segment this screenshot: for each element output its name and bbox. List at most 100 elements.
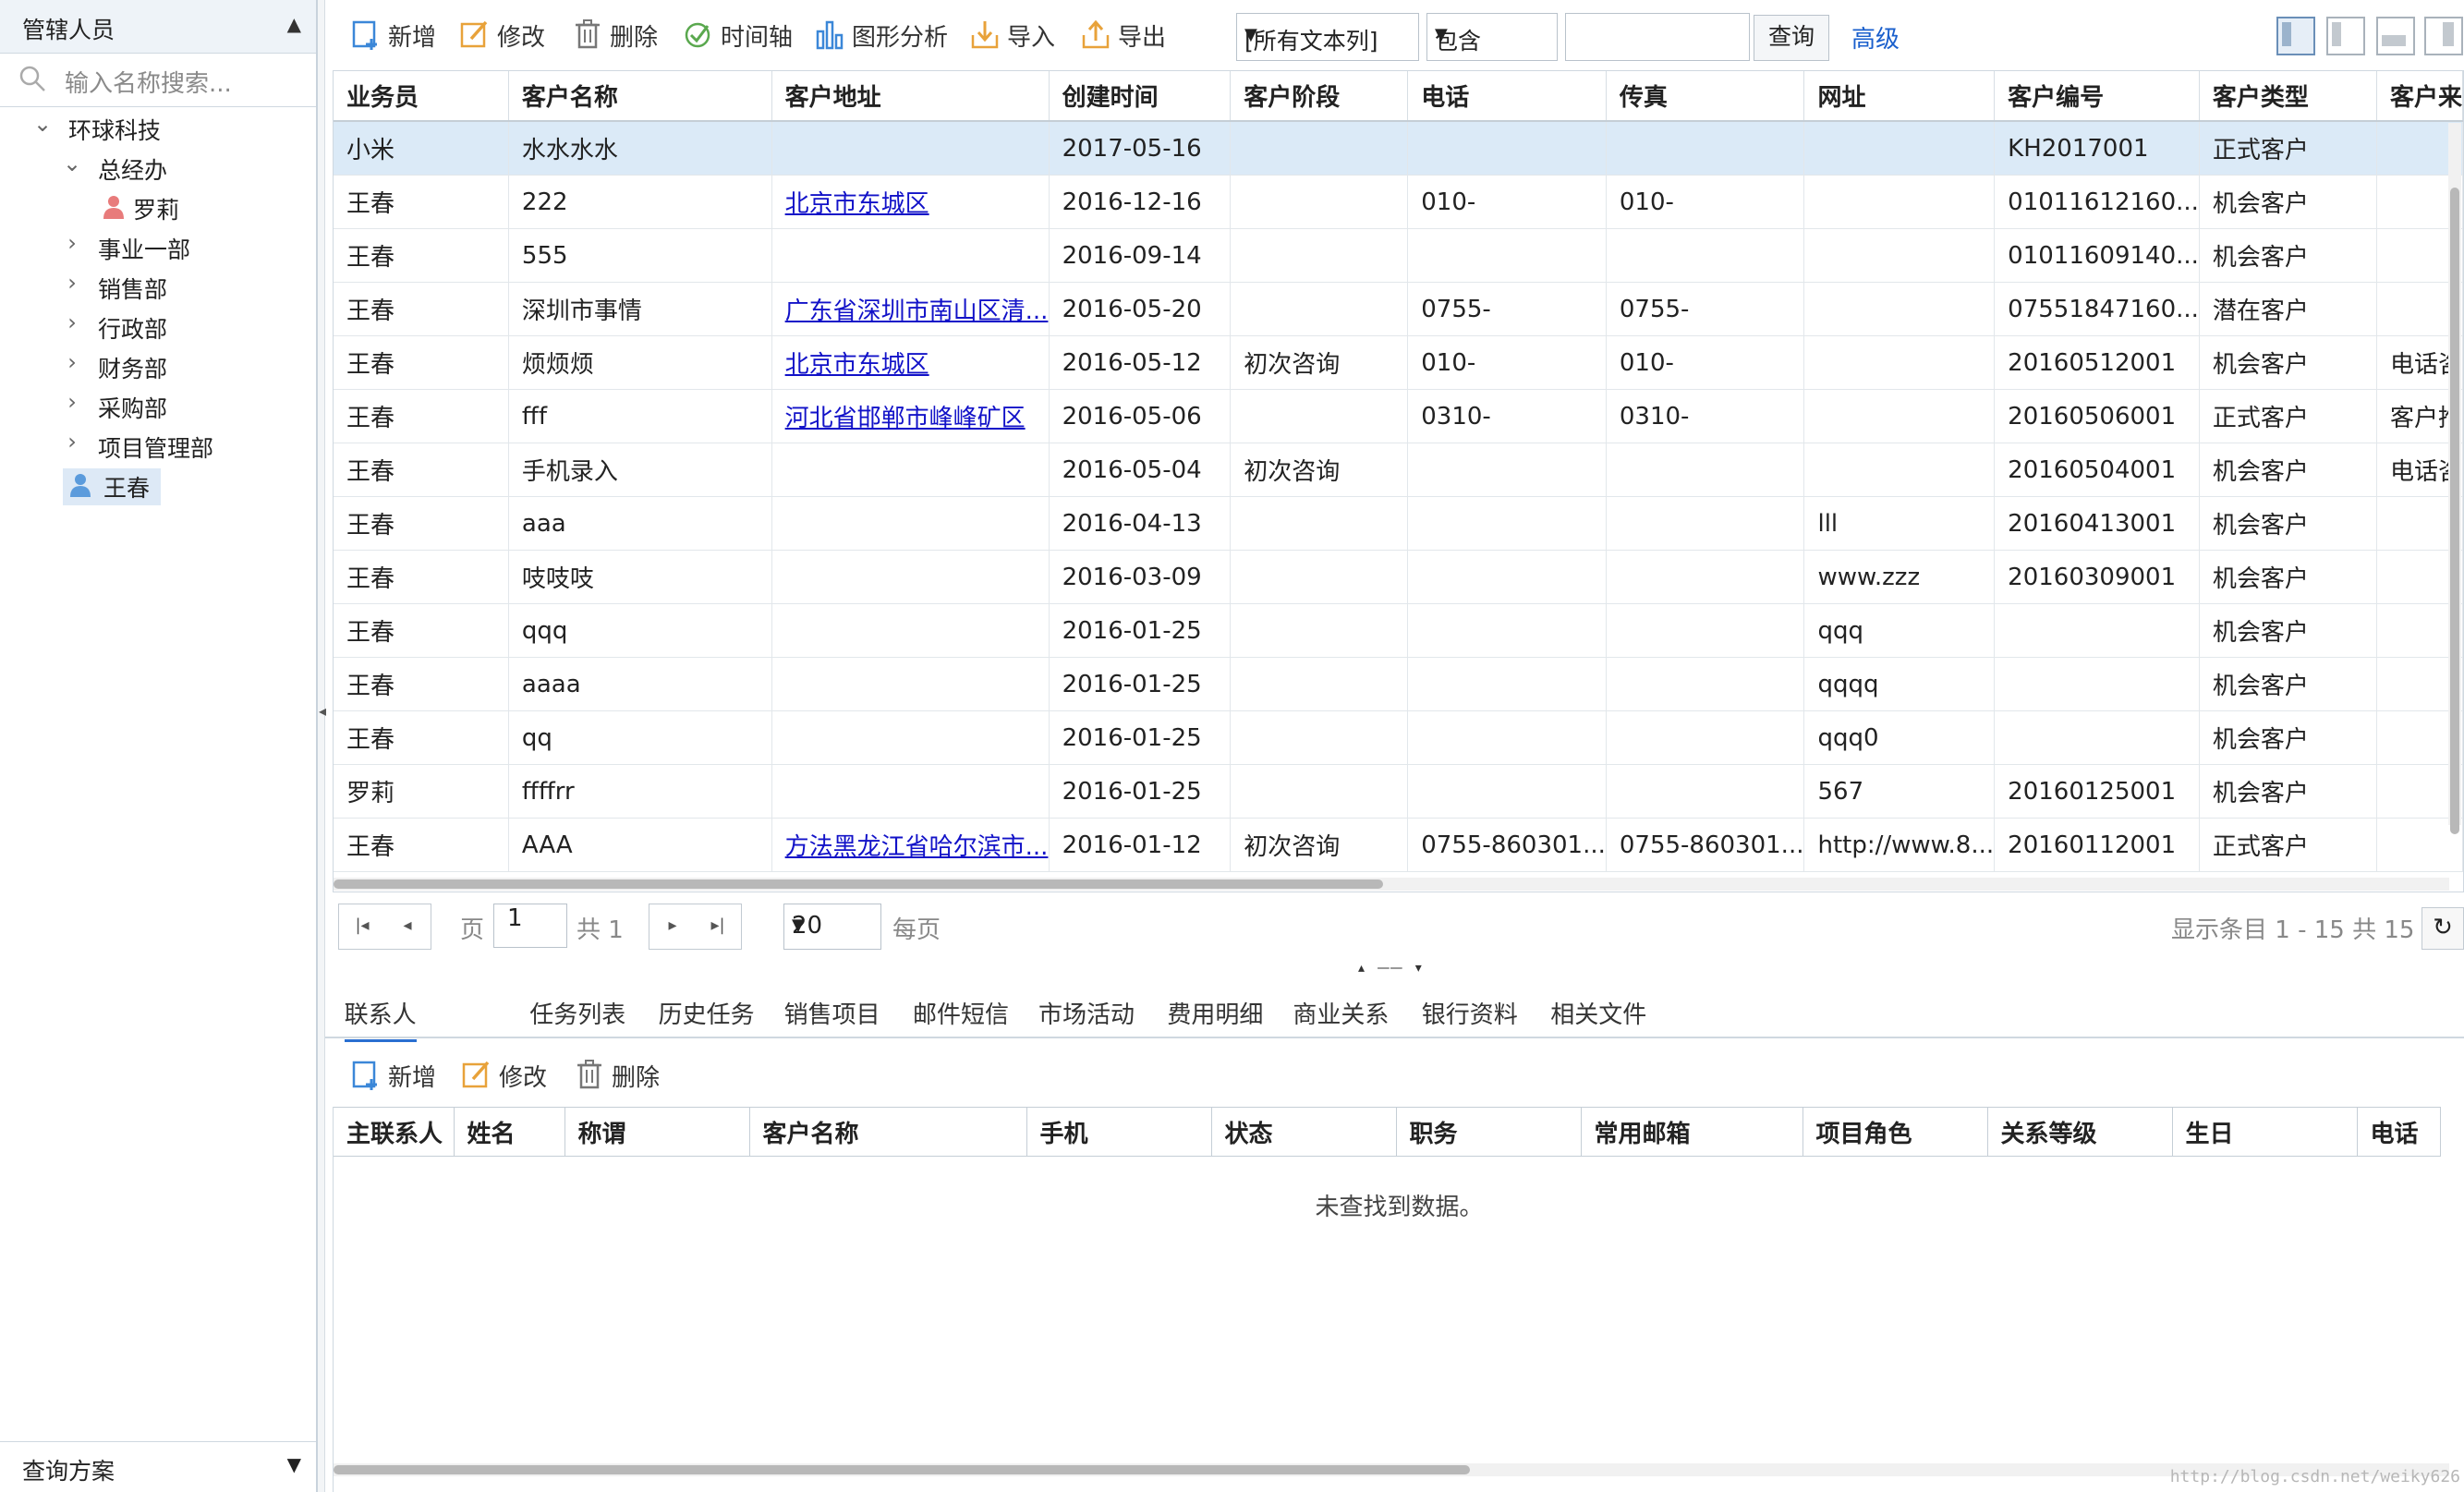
- page-number-input[interactable]: 1: [493, 904, 567, 948]
- column-header[interactable]: 传真: [1606, 71, 1805, 122]
- tab-9[interactable]: 银行资料: [1422, 996, 1518, 1030]
- name-search[interactable]: 输入名称搜索...: [0, 54, 316, 107]
- horizontal-scrollbar[interactable]: [334, 1463, 2449, 1476]
- chevron-right-icon[interactable]: ›: [63, 389, 81, 415]
- layout-right-icon[interactable]: [2424, 17, 2463, 55]
- chevron-down-icon[interactable]: ⌄: [33, 111, 52, 137]
- column-header[interactable]: 客户来: [2376, 71, 2464, 122]
- tree-node[interactable]: › 行政部: [0, 309, 316, 346]
- layout-left-icon[interactable]: [2276, 17, 2315, 55]
- prev-page-button[interactable]: ◂: [384, 904, 431, 950]
- table-row[interactable]: 王春 aaaa 2016-01-25 qqqq 机会客户: [334, 657, 2464, 711]
- tree-node[interactable]: ⌄ 总经办: [0, 151, 316, 188]
- column-header[interactable]: 客户名称: [749, 1107, 1027, 1157]
- column-header[interactable]: 客户类型: [2199, 71, 2377, 122]
- table-row[interactable]: 王春 qq 2016-01-25 qqq0 机会客户: [334, 710, 2464, 765]
- chevron-down-icon[interactable]: ⌄: [63, 151, 81, 176]
- table-row[interactable]: 王春 AAA 方法黑龙江省哈尔滨市... 2016-01-12 初次咨询 0755-860…: [334, 818, 2464, 872]
- column-header[interactable]: 称谓: [564, 1107, 750, 1157]
- tab-5[interactable]: 邮件短信: [913, 996, 1009, 1030]
- tab-8[interactable]: 商业关系: [1293, 996, 1389, 1030]
- table-row[interactable]: 王春 深圳市事情 广东省深圳市南山区清... 2016-05-20 0755- 0755-…: [334, 282, 2464, 336]
- tab-3[interactable]: 历史任务: [659, 996, 755, 1030]
- tree-node[interactable]: › 事业一部: [0, 230, 316, 267]
- chevron-right-icon[interactable]: ›: [63, 309, 81, 335]
- tab-6[interactable]: 市场活动: [1038, 996, 1135, 1030]
- chevron-right-icon[interactable]: ›: [63, 230, 81, 256]
- search-input[interactable]: 输入名称搜索...: [65, 65, 232, 99]
- table-row[interactable]: 小米 水水水水 2017-05-16 KH2017001 正式客户: [334, 121, 2464, 176]
- table-row[interactable]: 王春 fff 河北省邯郸市峰峰矿区 2016-05-06 0310- 0310- 20160…: [334, 389, 2464, 443]
- layout-split-icon[interactable]: [2326, 17, 2365, 55]
- address-link[interactable]: 北京市东城区: [785, 351, 929, 379]
- tab-7[interactable]: 费用明细: [1167, 996, 1263, 1030]
- table-row[interactable]: 王春 qqq 2016-01-25 qqq 机会客户: [334, 603, 2464, 658]
- column-header[interactable]: 生日: [2172, 1107, 2358, 1157]
- query-scheme[interactable]: 查询方案 ▼: [0, 1441, 316, 1492]
- collapse-up-icon[interactable]: ▲: [287, 13, 301, 35]
- layout-bottom-icon[interactable]: [2376, 17, 2415, 55]
- operator-select[interactable]: 包含 ▼: [1426, 13, 1558, 61]
- table-row[interactable]: 王春 aaa 2016-04-13 lll 20160413001 机会客户: [334, 496, 2464, 551]
- chevron-right-icon[interactable]: ›: [63, 270, 81, 296]
- tab-10[interactable]: 相关文件: [1550, 996, 1646, 1030]
- column-header[interactable]: 创建时间: [1049, 71, 1232, 122]
- scroll-thumb[interactable]: [334, 1465, 1470, 1474]
- tab-2[interactable]: 任务列表: [529, 996, 625, 1030]
- tree-node[interactable]: › 销售部: [0, 270, 316, 307]
- scroll-thumb[interactable]: [2450, 188, 2459, 834]
- vertical-scrollbar[interactable]: [2448, 123, 2461, 834]
- scroll-thumb[interactable]: [334, 879, 1383, 889]
- tree-node[interactable]: › 财务部: [0, 349, 316, 386]
- tab-1[interactable]: 联系人: [344, 996, 417, 1042]
- column-header[interactable]: 主联系人: [334, 1107, 455, 1157]
- expand-down-icon[interactable]: ▼: [287, 1453, 301, 1475]
- column-header[interactable]: 客户名称: [508, 71, 772, 122]
- address-link[interactable]: 河北省邯郸市峰峰矿区: [785, 405, 1026, 432]
- column-header[interactable]: 客户阶段: [1230, 71, 1409, 122]
- column-select[interactable]: [所有文本列] ▼: [1236, 13, 1419, 61]
- table-row[interactable]: 王春 手机录入 2016-05-04 初次咨询 20160504001 机会客户 电话咨: [334, 443, 2464, 497]
- next-page-button[interactable]: ▸: [649, 904, 697, 950]
- tree-node[interactable]: › 项目管理部: [0, 429, 316, 466]
- table-row[interactable]: 王春 烦烦烦 北京市东城区 2016-05-12 初次咨询 010- 010- 2016051…: [334, 335, 2464, 390]
- column-header[interactable]: 职务: [1396, 1107, 1582, 1157]
- column-header[interactable]: 常用邮箱: [1581, 1107, 1803, 1157]
- column-header[interactable]: 客户编号: [1994, 71, 2200, 122]
- column-header[interactable]: 电话: [1407, 71, 1607, 122]
- tree-user[interactable]: 罗莉: [0, 190, 316, 227]
- horizontal-scrollbar[interactable]: [334, 878, 2449, 891]
- column-header[interactable]: 客户地址: [771, 71, 1050, 122]
- query-button[interactable]: 查询: [1754, 15, 1829, 61]
- column-header[interactable]: 姓名: [454, 1107, 565, 1157]
- panel-resize-handle[interactable]: ▴ —— ▾: [1358, 961, 1460, 979]
- address-link[interactable]: 方法黑龙江省哈尔滨市...: [785, 833, 1048, 861]
- address-link[interactable]: 广东省深圳市南山区清...: [785, 297, 1048, 325]
- splitter[interactable]: ◂: [318, 0, 326, 1492]
- first-page-button[interactable]: |◂: [338, 904, 386, 950]
- column-header[interactable]: 项目角色: [1802, 1107, 1988, 1157]
- column-header[interactable]: 业务员: [334, 71, 509, 122]
- panel-header[interactable]: 管辖人员 ▲: [0, 0, 316, 54]
- collapse-left-icon[interactable]: ◂: [319, 702, 326, 720]
- tree-node[interactable]: › 采购部: [0, 389, 316, 426]
- last-page-button[interactable]: ▸|: [695, 904, 742, 950]
- page-size-select[interactable]: 20 ▼: [783, 904, 881, 950]
- chevron-right-icon[interactable]: ›: [63, 429, 81, 455]
- tree-node[interactable]: ⌄ 环球科技: [0, 111, 316, 148]
- search-value-input[interactable]: [1565, 13, 1750, 61]
- tree-user[interactable]: 王春: [63, 468, 161, 505]
- advanced-link[interactable]: 高级: [1851, 20, 1900, 55]
- column-header[interactable]: 关系等级: [1987, 1107, 2173, 1157]
- table-row[interactable]: 王春 555 2016-09-14 01011609140... 机会客户: [334, 228, 2464, 283]
- address-link[interactable]: 北京市东城区: [785, 190, 929, 218]
- column-header[interactable]: 状态: [1211, 1107, 1397, 1157]
- column-header[interactable]: 手机: [1026, 1107, 1212, 1157]
- column-header[interactable]: 电话: [2357, 1107, 2441, 1157]
- table-row[interactable]: 罗莉 ffffrr 2016-01-25 567 20160125001 机会客户: [334, 764, 2464, 819]
- chevron-right-icon[interactable]: ›: [63, 349, 81, 375]
- column-header[interactable]: 网址: [1803, 71, 1996, 122]
- table-row[interactable]: 王春 222 北京市东城区 2016-12-16 010- 010- 01011612160…: [334, 175, 2464, 229]
- table-row[interactable]: 王春 吱吱吱 2016-03-09 www.zzz 20160309001 机会客户: [334, 550, 2464, 604]
- refresh-icon[interactable]: ↻: [2422, 907, 2464, 950]
